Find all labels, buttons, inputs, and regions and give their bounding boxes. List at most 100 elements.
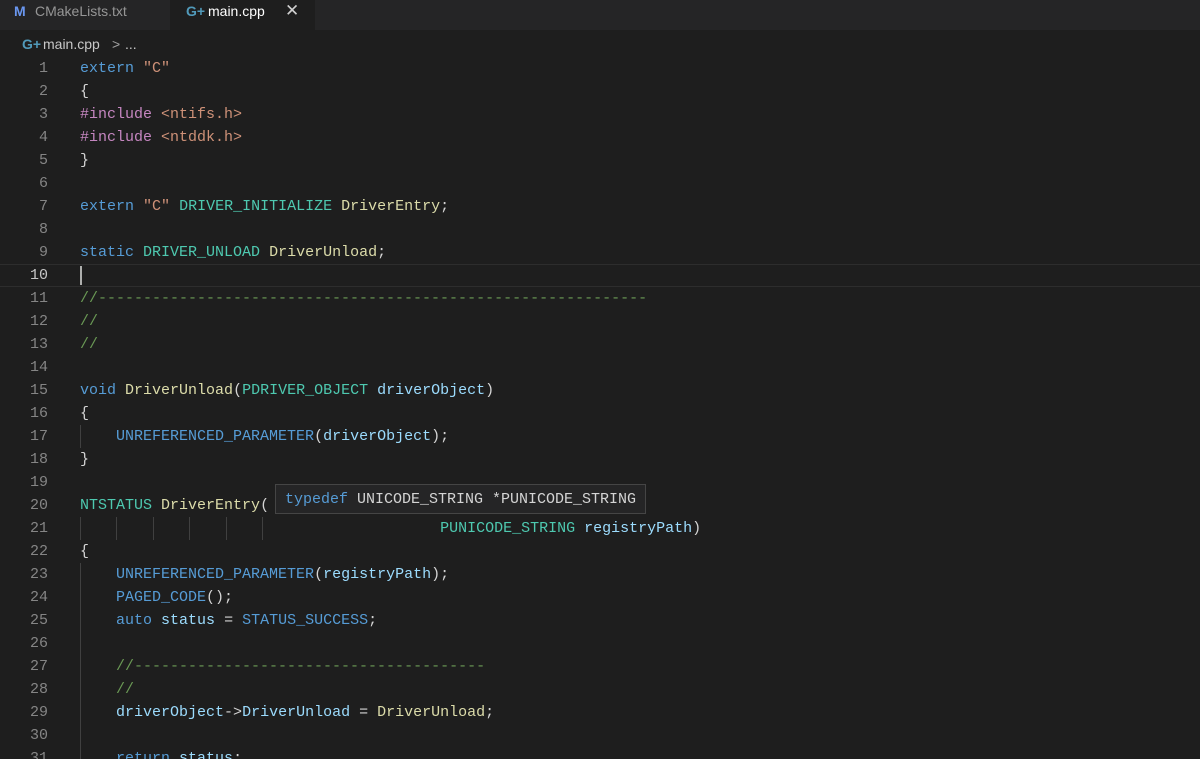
code-line[interactable]: 30 <box>0 724 1200 747</box>
line-number: 17 <box>29 428 48 445</box>
code-line[interactable]: 23 UNREFERENCED_PARAMETER(registryPath); <box>0 563 1200 586</box>
close-icon[interactable]: ✕ <box>285 0 299 22</box>
code-token: #include <box>80 106 153 123</box>
line-number: 7 <box>38 198 48 215</box>
line-number: 28 <box>29 681 48 698</box>
code-line[interactable]: 15 void DriverUnload(PDRIVER_OBJECT drive… <box>0 379 1200 402</box>
code-line[interactable]: 21 PUNICODE_STRING registryPath) <box>0 517 1200 540</box>
code-token: PDRIVER_OBJECT <box>242 382 369 399</box>
code-text: } <box>80 149 89 172</box>
code-token: ) <box>692 520 702 537</box>
code-line[interactable]: 1 extern "C" <box>0 57 1200 80</box>
line-number: 30 <box>29 727 48 744</box>
code-text: // <box>80 310 98 333</box>
code-token: ) <box>485 382 495 399</box>
code-token: } <box>80 451 90 468</box>
code-line[interactable]: 10 <box>0 264 1200 287</box>
breadcrumb-symbols[interactable]: ... <box>125 30 137 58</box>
line-number: 3 <box>38 106 48 123</box>
code-token: DriverUnload <box>377 704 486 721</box>
code-line[interactable]: 7 extern "C" DRIVER_INITIALIZE DriverEntr… <box>0 195 1200 218</box>
code-line[interactable]: 31 return status; <box>0 747 1200 759</box>
line-number: 14 <box>29 359 48 376</box>
code-token: extern <box>80 60 135 77</box>
code-token: ( <box>314 566 324 583</box>
line-number: 2 <box>38 83 48 100</box>
code-line[interactable]: 16 { <box>0 402 1200 425</box>
code-token: ); <box>431 566 450 583</box>
code-line[interactable]: 4 #include <ntddk.h> <box>0 126 1200 149</box>
code-editor[interactable]: 1 extern "C" 2{3 #include <ntifs.h> 4 #includ… <box>0 57 1200 759</box>
code-text: #include <ntifs.h> <box>80 103 242 126</box>
code-token: UNREFERENCED_PARAMETER <box>116 566 315 583</box>
code-token: void <box>80 382 117 399</box>
tab-label: CMakeLists.txt <box>35 3 127 19</box>
code-text: NTSTATUS DriverEntry( <box>80 494 269 517</box>
tooltip-keyword: typedef <box>285 491 349 508</box>
code-line[interactable]: 11 //------------------------------------… <box>0 287 1200 310</box>
breadcrumb-file[interactable]: main.cpp <box>43 30 100 58</box>
cpp-file-icon: G+ <box>22 36 42 52</box>
code-text: void DriverUnload(PDRIVER_OBJECT driverO… <box>80 379 494 402</box>
line-number: 11 <box>29 290 48 307</box>
code-token: -> <box>224 704 243 721</box>
code-token: PUNICODE_STRING <box>440 520 576 537</box>
code-token: ; <box>377 244 387 261</box>
code-text: extern "C" DRIVER_INITIALIZE DriverEntry… <box>80 195 449 218</box>
code-token: DriverEntry <box>161 497 261 514</box>
code-line[interactable]: 13 // <box>0 333 1200 356</box>
code-line[interactable]: 3 #include <ntifs.h> <box>0 103 1200 126</box>
code-token: ; <box>233 750 243 759</box>
tab-main-cpp[interactable]: G+ main.cpp ✕ <box>170 0 315 30</box>
line-number: 21 <box>29 520 48 537</box>
code-line[interactable]: 26 <box>0 632 1200 655</box>
line-number: 24 <box>29 589 48 606</box>
code-line[interactable]: 12 // <box>0 310 1200 333</box>
code-text: { <box>80 402 89 425</box>
line-number: 25 <box>29 612 48 629</box>
code-line[interactable]: 6 <box>0 172 1200 195</box>
code-text: // <box>80 333 98 356</box>
code-token: status <box>179 750 234 759</box>
line-number: 9 <box>38 244 48 261</box>
code-line[interactable]: 5} <box>0 149 1200 172</box>
text-cursor <box>80 266 82 285</box>
code-line[interactable]: 22 { <box>0 540 1200 563</box>
code-line[interactable]: 14 <box>0 356 1200 379</box>
code-text: static DRIVER_UNLOAD DriverUnload; <box>80 241 386 264</box>
code-line[interactable]: 24 PAGED_CODE(); <box>0 586 1200 609</box>
code-token: return <box>116 750 171 759</box>
tab-cmakelists[interactable]: M CMakeLists.txt <box>0 0 170 30</box>
code-line[interactable]: 2{ <box>0 80 1200 103</box>
code-text: } <box>80 448 89 471</box>
code-line[interactable]: 17 UNREFERENCED_PARAMETER(driverObject); <box>0 425 1200 448</box>
code-line[interactable]: 8 <box>0 218 1200 241</box>
code-line[interactable]: 18} <box>0 448 1200 471</box>
code-token: driverObject <box>116 704 225 721</box>
code-token: "C" <box>143 60 171 77</box>
code-line[interactable]: 9 static DRIVER_UNLOAD DriverUnload; <box>0 241 1200 264</box>
code-line[interactable]: 28 // <box>0 678 1200 701</box>
code-token: auto <box>116 612 153 629</box>
code-line[interactable]: 25 auto status = STATUS_SUCCESS; <box>0 609 1200 632</box>
code-text: PUNICODE_STRING registryPath) <box>80 517 701 540</box>
line-number: 13 <box>29 336 48 353</box>
code-text: //--------------------------------------… <box>80 287 647 310</box>
code-line[interactable]: 29 driverObject->DriverUnload = DriverUn… <box>0 701 1200 724</box>
code-text: //--------------------------------------… <box>80 655 485 678</box>
code-token: driverObject <box>323 428 432 445</box>
code-token: status <box>161 612 216 629</box>
code-line[interactable]: 27 //-----------------------------------… <box>0 655 1200 678</box>
code-text: UNREFERENCED_PARAMETER(registryPath); <box>80 563 449 586</box>
line-number: 20 <box>29 497 48 514</box>
